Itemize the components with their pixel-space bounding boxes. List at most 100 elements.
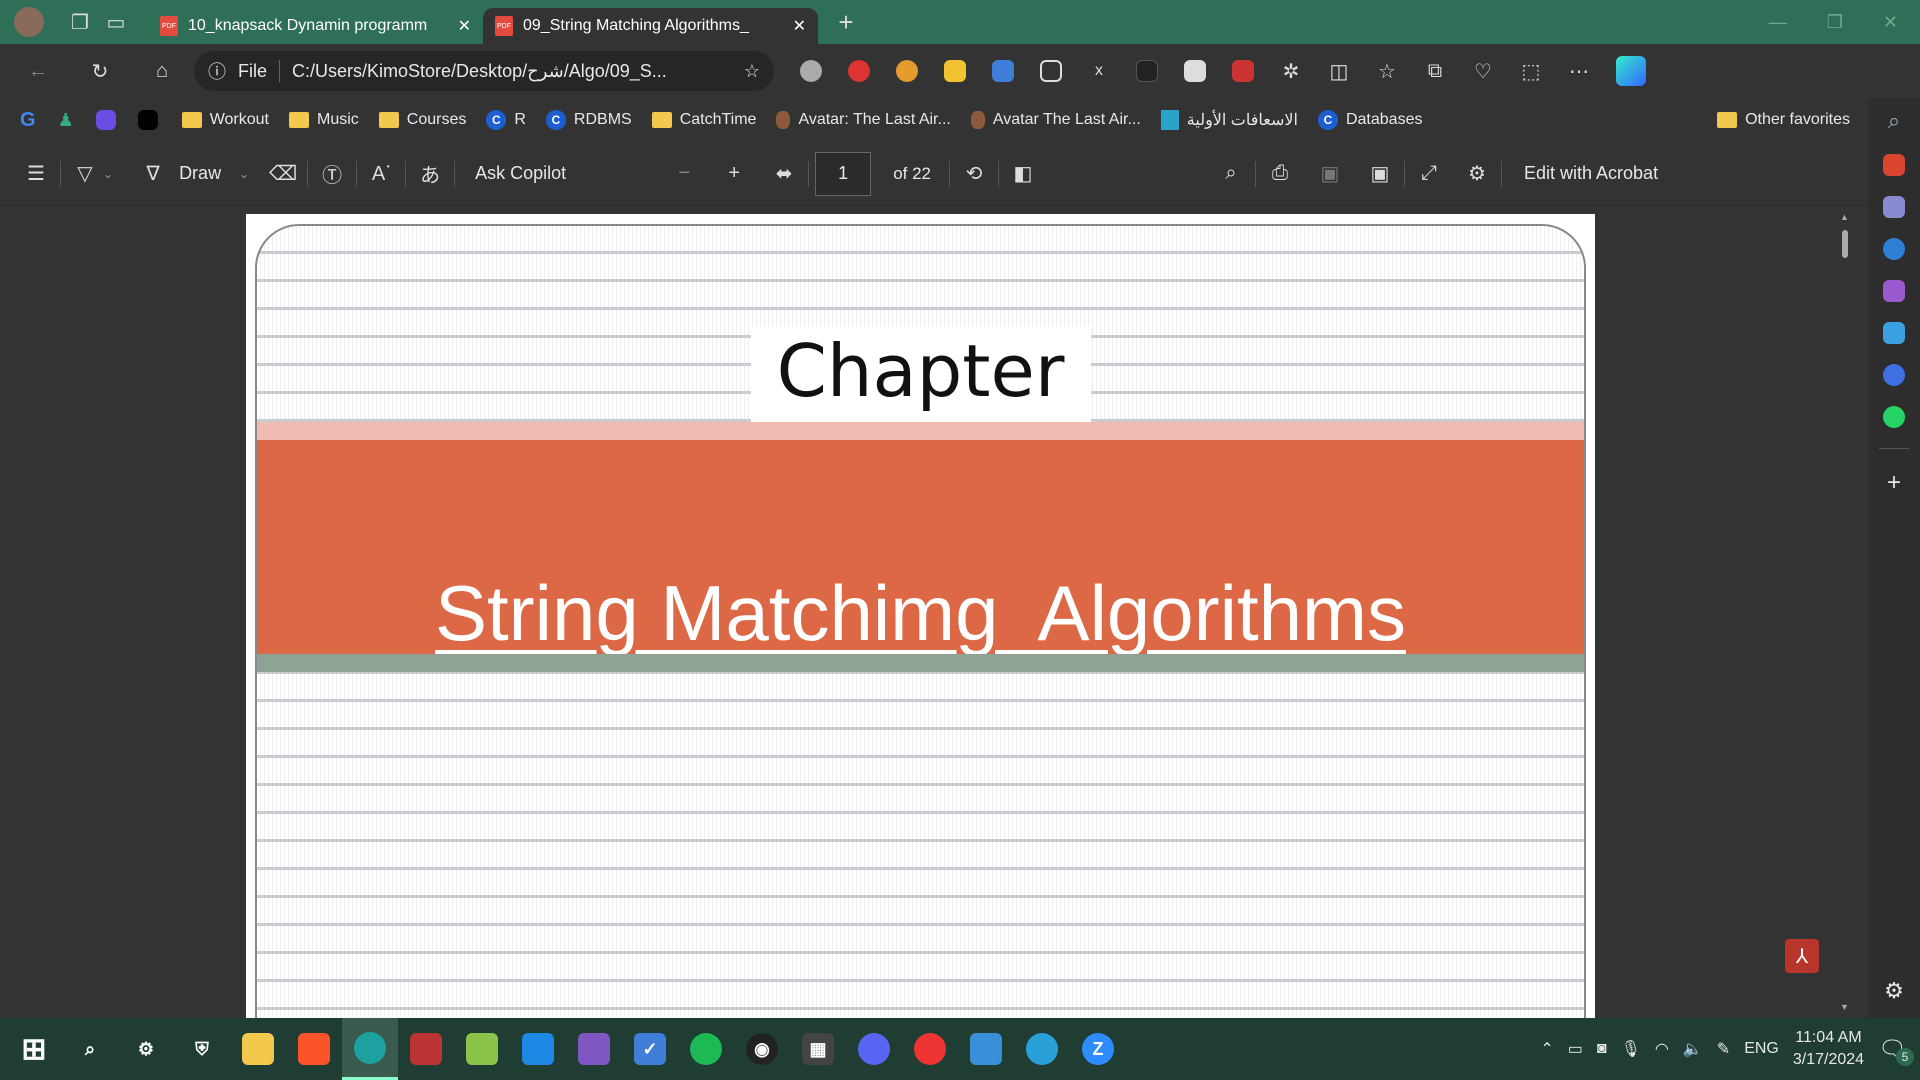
bookmark-item[interactable]: C RDBMS — [545, 110, 632, 130]
taskbar-security[interactable]: ⛨ — [174, 1018, 230, 1080]
camera-icon[interactable]: ◙ — [1597, 1040, 1607, 1058]
taskbar-telegram[interactable] — [1014, 1018, 1070, 1080]
taskbar-edge[interactable] — [342, 1018, 398, 1080]
google-icon[interactable]: G — [20, 109, 36, 132]
page-number-input[interactable]: 1 — [815, 151, 872, 196]
chess-icon[interactable]: ♟ — [58, 110, 74, 131]
more-icon[interactable]: ⋯ — [1568, 53, 1590, 89]
taskbar-discord[interactable] — [846, 1018, 902, 1080]
bookmark-item[interactable]: C Databases — [1317, 110, 1422, 130]
search-icon[interactable]: ⌕ — [1213, 156, 1249, 192]
eraser-icon[interactable]: ⌫ — [265, 156, 301, 192]
zoom-out-icon[interactable]: − — [666, 156, 702, 192]
scrollbar[interactable]: ▲ ▼ — [1838, 212, 1852, 1012]
zoom-in-icon[interactable]: + — [716, 156, 752, 192]
volume-icon[interactable]: 🔈 — [1683, 1039, 1703, 1059]
profile-avatar[interactable] — [14, 7, 44, 37]
tools-icon[interactable] — [1883, 154, 1905, 176]
notifications-icon[interactable]: 🗨 5 — [1878, 1036, 1914, 1066]
extension-icon[interactable] — [896, 60, 918, 82]
whatsapp-icon[interactable] — [1883, 406, 1905, 428]
office-icon[interactable] — [1883, 238, 1905, 260]
contents-icon[interactable]: ☰ — [18, 156, 54, 192]
read-aloud-icon[interactable]: A͏ᐝ — [363, 156, 399, 192]
extension-icon[interactable] — [1184, 60, 1206, 82]
microphone-icon[interactable]: 🎙 — [1621, 1039, 1641, 1059]
acrobat-icon[interactable]: ⅄ — [1785, 939, 1819, 973]
home-icon[interactable]: ⌂ — [144, 53, 180, 89]
save-as-icon[interactable]: ▣ — [1362, 156, 1398, 192]
x-extension-icon[interactable]: x — [1088, 53, 1110, 89]
settings-icon[interactable]: ⚙ — [1459, 156, 1495, 192]
highlight-icon[interactable]: ▽ — [67, 156, 103, 192]
taskbar-visual-studio[interactable] — [566, 1018, 622, 1080]
split-screen-icon[interactable]: ◫ — [1328, 53, 1350, 89]
wifi-icon[interactable]: ◠ — [1655, 1039, 1669, 1059]
chevron-up-icon[interactable]: ⌃ — [1540, 1039, 1553, 1059]
restore-icon[interactable]: ❐ — [1827, 12, 1843, 33]
taskbar-settings[interactable]: ⚙ — [118, 1018, 174, 1080]
bookmark-icon[interactable] — [95, 110, 116, 130]
chevron-down-icon[interactable]: ⌄ — [103, 167, 113, 181]
info-icon[interactable]: ⓘ — [208, 58, 226, 84]
copilot-icon[interactable] — [1616, 56, 1646, 86]
bookmark-item[interactable]: Music — [288, 111, 359, 129]
notion-icon[interactable] — [1040, 60, 1062, 82]
bookmark-item[interactable]: CatchTime — [651, 111, 756, 129]
taskbar-remote[interactable] — [958, 1018, 1014, 1080]
translate-icon[interactable]: あ — [412, 156, 448, 192]
keep-icon[interactable] — [944, 60, 966, 82]
chevron-down-icon[interactable]: ⌄ — [239, 167, 249, 181]
taskbar-calculator[interactable]: ▦ — [790, 1018, 846, 1080]
taskbar-spotify[interactable] — [678, 1018, 734, 1080]
taskbar-search[interactable]: ⌕ — [62, 1018, 118, 1080]
address-bar[interactable]: ⓘ File C:/Users/KimoStore/Desktop/شرح/Al… — [194, 51, 774, 91]
taskbar-vscode[interactable] — [510, 1018, 566, 1080]
refresh-icon[interactable]: ↻ — [82, 53, 118, 89]
extension-icon[interactable] — [1136, 60, 1158, 82]
fullscreen-icon[interactable]: ⤢ — [1411, 156, 1447, 192]
close-tab-icon[interactable]: ✕ — [458, 16, 471, 36]
sidebar-settings-icon[interactable]: ⚙ — [1884, 978, 1904, 1004]
taskbar-notepad[interactable] — [454, 1018, 510, 1080]
draw-button[interactable]: Draw — [179, 163, 221, 184]
pen-icon[interactable]: ✎ — [1717, 1039, 1730, 1059]
health-icon[interactable]: ♡ — [1472, 53, 1494, 89]
page-view-icon[interactable]: ◧ — [1005, 156, 1041, 192]
taskbar-file-explorer[interactable] — [230, 1018, 286, 1080]
taskbar-obs[interactable]: ◉ — [734, 1018, 790, 1080]
taskbar-brave[interactable] — [286, 1018, 342, 1080]
taskbar-start[interactable]: ⊞ — [6, 1018, 62, 1080]
send-icon[interactable] — [1883, 322, 1905, 344]
bookmark-item[interactable]: Avatar: The Last Air... — [776, 111, 951, 129]
save-icon[interactable]: ▣ — [1312, 156, 1348, 192]
workspaces-icon[interactable]: ❐ — [62, 4, 98, 40]
pdf-viewer[interactable]: Chapter 8 String Matchimg Algorithms ⅄ ▲… — [0, 206, 1868, 1018]
bookmark-item[interactable]: Courses — [378, 111, 466, 129]
taskbar-zoom[interactable]: Z — [1070, 1018, 1126, 1080]
clock[interactable]: 11:04 AM 3/17/2024 — [1793, 1027, 1864, 1071]
tab-string-matching[interactable]: PDF 09_String Matching Algorithms_ ✕ — [483, 8, 818, 44]
other-favorites[interactable]: Other favorites — [1717, 111, 1850, 129]
close-tab-icon[interactable]: ✕ — [793, 16, 806, 36]
adblock-icon[interactable] — [848, 60, 870, 82]
collections-icon[interactable]: ⧉ — [1424, 53, 1446, 89]
ask-copilot-button[interactable]: Ask Copilot — [475, 163, 566, 184]
tab-knapsack[interactable]: PDF 10_knapsack Dynamin programm ✕ — [148, 8, 483, 44]
text-box-icon[interactable]: Ⓣ — [314, 156, 350, 192]
language-indicator[interactable]: ENG — [1744, 1040, 1779, 1058]
rotate-icon[interactable]: ⟲ — [956, 156, 992, 192]
add-icon[interactable]: + — [1887, 469, 1901, 497]
search-icon[interactable]: ⌕ — [1888, 108, 1900, 134]
back-icon[interactable]: ← — [20, 53, 56, 89]
bookmark-item[interactable]: CR — [486, 110, 526, 130]
taskbar-chrome[interactable] — [902, 1018, 958, 1080]
fit-width-icon[interactable]: ⬌ — [766, 156, 802, 192]
new-tab-icon[interactable]: + — [828, 4, 864, 40]
extension-icon[interactable] — [800, 60, 822, 82]
print-icon[interactable]: ⎙ — [1262, 156, 1298, 192]
bookmark-icon[interactable] — [137, 110, 158, 130]
minimize-icon[interactable]: — — [1769, 12, 1787, 33]
bookmark-item[interactable]: Avatar The Last Air... — [970, 111, 1141, 129]
tab-actions-icon[interactable]: ▭ — [98, 4, 134, 40]
